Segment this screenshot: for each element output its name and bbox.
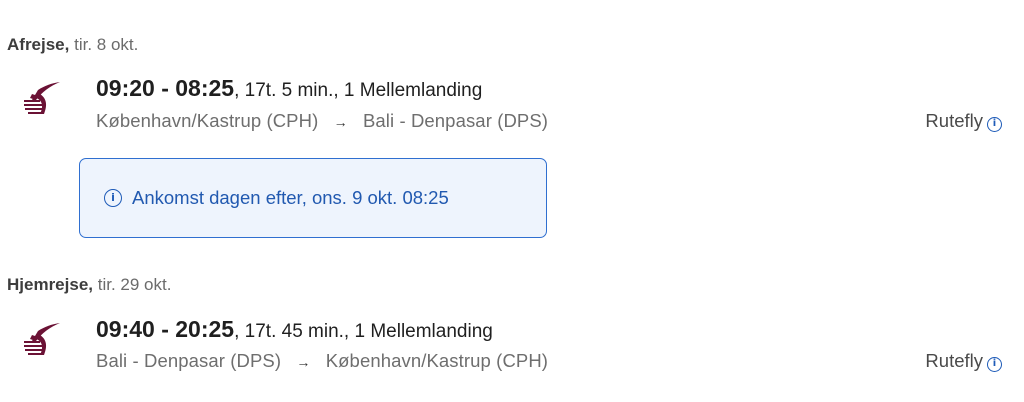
outbound-route: København/Kastrup (CPH) → Bali - Denpasa… [96, 110, 548, 132]
return-header: Hjemrejse, tir. 29 okt. [7, 275, 171, 295]
return-fare-type[interactable]: Rutefly i [925, 350, 1002, 372]
outbound-date: tir. 8 okt. [74, 35, 139, 54]
outbound-header: Afrejse, tir. 8 okt. [7, 35, 138, 55]
return-times: 09:40 - 20:25 [96, 316, 235, 342]
info-icon: i [104, 189, 122, 207]
outbound-fare-label: Rutefly [925, 110, 983, 131]
arrival-notice-text: Ankomst dagen efter, ons. 9 okt. 08:25 [132, 187, 449, 208]
return-fare-label: Rutefly [925, 350, 983, 371]
return-times-row: 09:40 - 20:25, 17t. 45 min., 1 Mellemlan… [96, 316, 493, 343]
return-to: København/Kastrup (CPH) [325, 350, 549, 371]
return-details: , 17t. 45 min., 1 Mellemlanding [234, 321, 493, 342]
outbound-to: Bali - Denpasar (DPS) [362, 110, 549, 131]
outbound-fare-type[interactable]: Rutefly i [925, 110, 1002, 132]
outbound-details: , 17t. 5 min., 1 Mellemlanding [234, 80, 483, 101]
arrow-right-icon: → [296, 354, 311, 370]
arrow-right-icon: → [333, 114, 348, 130]
info-icon[interactable]: i [987, 117, 1002, 132]
return-date: tir. 29 okt. [97, 275, 172, 294]
return-from: Bali - Denpasar (DPS) [96, 350, 282, 371]
outbound-times-row: 09:20 - 08:25, 17t. 5 min., 1 Mellemland… [96, 75, 482, 102]
outbound-from: København/Kastrup (CPH) [96, 110, 319, 131]
arrival-notice: i Ankomst dagen efter, ons. 9 okt. 08:25 [79, 158, 547, 238]
return-label: Hjemrejse, [7, 275, 93, 294]
return-route: Bali - Denpasar (DPS) → København/Kastru… [96, 350, 548, 372]
outbound-label: Afrejse, [7, 35, 70, 54]
airline-logo [24, 323, 60, 355]
airline-logo [24, 82, 60, 114]
outbound-times: 09:20 - 08:25 [96, 75, 235, 101]
info-icon[interactable]: i [987, 357, 1002, 372]
